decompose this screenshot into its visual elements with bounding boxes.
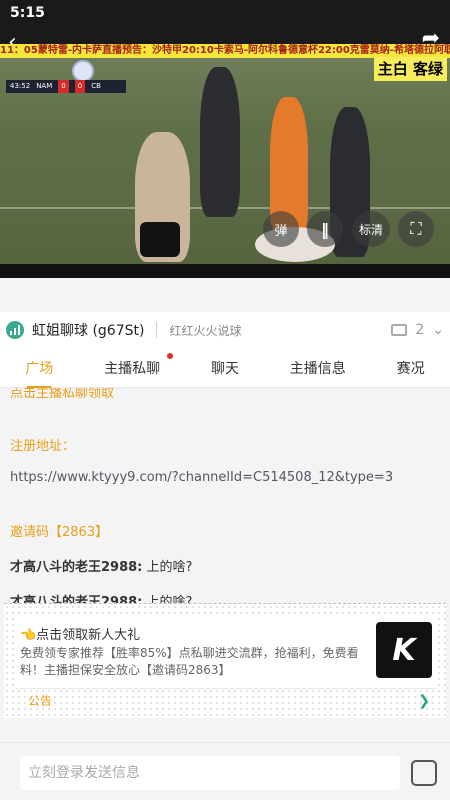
notice-bar[interactable]: 公告 ❯ — [16, 688, 436, 712]
notice-label: 公告 — [28, 694, 53, 708]
chat-text: 上的啥? — [142, 595, 193, 603]
tab-square[interactable]: 广场 — [19, 358, 59, 388]
player-figure — [200, 67, 240, 217]
danmu-label: 弹 — [274, 223, 288, 239]
chat-user[interactable]: 才高八斗的老王2988: — [10, 595, 142, 603]
video-bottom-bar — [0, 264, 450, 278]
viewer-count[interactable]: 2 ⌄ — [391, 322, 444, 338]
chevron-right-icon: ❯ — [418, 692, 430, 709]
status-time: 5:15 — [10, 5, 45, 21]
chat-user[interactable]: 才高八斗的老王2988: — [10, 560, 142, 575]
chat-message: 才高八斗的老王2988: 上的啥? — [10, 556, 440, 575]
chat-system-line: 点击主播私聊领取 — [10, 388, 115, 401]
unread-badge — [167, 352, 174, 359]
live-signal-icon — [6, 321, 24, 339]
home-score: 0 — [58, 80, 69, 93]
tab-host-info[interactable]: 主播信息 — [284, 358, 352, 378]
tab-chat[interactable]: 聊天 — [205, 358, 245, 378]
chat-feed[interactable]: 点击主播私聊领取 注册地址： https://www.ktyyy9.com/?c… — [0, 388, 450, 603]
away-team: CB — [91, 82, 101, 90]
chat-text: 上的啥? — [142, 560, 193, 575]
promo-title[interactable]: 👈点击领取新人大礼 — [20, 624, 436, 643]
viewer-number: 2 — [415, 322, 425, 338]
ticker-marquee: 11：05蒙特雷-内卡萨直播预告：沙特甲20:10卡索马-阿尔科鲁德意杯22:0… — [0, 44, 450, 58]
register-link[interactable]: https://www.ktyyy9.com/?channelId=C51450… — [10, 470, 440, 485]
home-team: NAM — [36, 82, 53, 90]
host-name[interactable]: 虹姐聊球 (g67St) — [32, 320, 144, 340]
tab-host-private-chat[interactable]: 主播私聊 — [98, 352, 174, 378]
message-input[interactable]: 立刻登录发送信息 — [20, 756, 400, 790]
camera-icon — [391, 324, 408, 336]
match-time: 43:52 — [10, 82, 31, 90]
promo-text: 免费领专家推荐【胜率85%】点私聊进交流群，抢福利，免费看料！主播担保安全放心【… — [20, 646, 359, 677]
scoreboard: 43:52 NAM 0 0 CB — [6, 80, 126, 93]
quality-label: 标清 — [358, 222, 383, 237]
chevron-down-icon: ⌄ — [432, 322, 444, 338]
host-description: 红红火火说球 — [169, 323, 242, 338]
away-score: 0 — [74, 80, 86, 93]
video-player[interactable]: 5:15 ‹ ➦ 11：05蒙特雷-内卡萨直播预告：沙特甲20:10卡索马-阿尔… — [0, 0, 450, 278]
tab-match-status[interactable]: 赛况 — [391, 358, 431, 378]
quality-button[interactable]: 标清 — [352, 211, 390, 247]
team-color-tag: 主白 客绿 — [373, 57, 447, 81]
sticker-icon[interactable] — [411, 760, 437, 786]
host-bar: 虹姐聊球 (g67St) 红红火火说球 2 ⌄ — [0, 312, 450, 348]
tab-bar: 广场 主播私聊 聊天 主播信息 赛况 — [0, 348, 450, 388]
danmu-toggle-button[interactable]: 弹 — [263, 211, 299, 247]
promo-card[interactable]: 👈点击领取新人大礼 免费领专家推荐【胜率85%】点私聊进交流群，抢福利，免费看料… — [4, 603, 446, 719]
fullscreen-icon[interactable]: ⛶ — [398, 211, 434, 247]
tournament-logo — [72, 60, 94, 82]
chat-message: 才高八斗的老王2988: 上的啥? — [10, 591, 440, 603]
pause-icon[interactable]: ‖ — [307, 211, 343, 247]
register-label: 注册地址： — [10, 439, 76, 454]
tab-label: 主播私聊 — [104, 360, 161, 377]
promo-logo[interactable]: K — [376, 622, 432, 678]
invite-code: 邀请码【2863】 — [10, 525, 109, 540]
input-bar: 立刻登录发送信息 — [0, 742, 450, 800]
medical-bag — [140, 222, 180, 257]
